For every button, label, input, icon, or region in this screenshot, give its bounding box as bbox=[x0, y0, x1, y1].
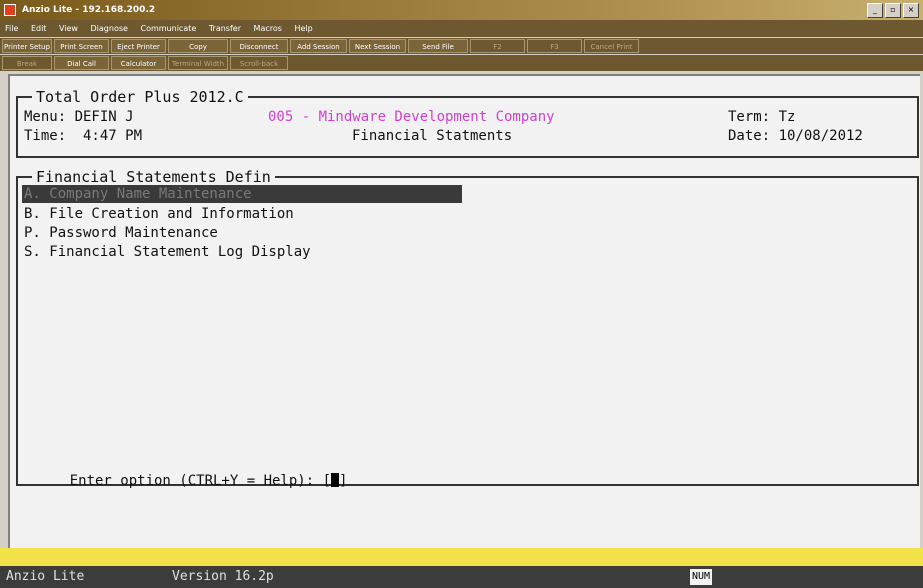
option-prompt-end: ] bbox=[339, 473, 348, 489]
menu-transfer[interactable]: Transfer bbox=[204, 20, 246, 37]
toolbar-row-2: Break Dial Call Calculator Terminal Widt… bbox=[0, 55, 923, 71]
menu-file[interactable]: File bbox=[0, 20, 23, 37]
status-bar: Anzio Lite Version 16.2p NUM bbox=[0, 566, 923, 588]
menu-diagnose[interactable]: Diagnose bbox=[86, 20, 133, 37]
header-box: Total Order Plus 2012.C Menu: DEFIN J 00… bbox=[16, 87, 919, 158]
selected-option-highlight[interactable]: A. Company Name Maintenance bbox=[22, 185, 462, 203]
menu-communicate[interactable]: Communicate bbox=[135, 20, 201, 37]
current-time: Time: 4:47 PM bbox=[24, 128, 143, 144]
company-name: 005 - Mindware Development Company bbox=[268, 109, 555, 125]
print-screen-button[interactable]: Print Screen bbox=[54, 39, 109, 53]
num-lock-indicator: NUM bbox=[690, 569, 713, 585]
disconnect-button[interactable]: Disconnect bbox=[230, 39, 288, 53]
break-button[interactable]: Break bbox=[2, 56, 52, 70]
copy-button[interactable]: Copy bbox=[168, 39, 228, 53]
window-controls: _ ▫ × bbox=[867, 3, 919, 18]
menu-option-s[interactable]: S. Financial Statement Log Display bbox=[24, 243, 311, 261]
option-prompt-label: Enter option (CTRL+Y = Help): [ bbox=[69, 473, 332, 489]
cancel-print-button[interactable]: Cancel Print bbox=[584, 39, 639, 53]
header-box-title: Total Order Plus 2012.C bbox=[32, 87, 248, 107]
terminal-width-button[interactable]: Terminal Width bbox=[168, 56, 228, 70]
terminal-screen[interactable]: Total Order Plus 2012.C Menu: DEFIN J 00… bbox=[8, 74, 920, 564]
app-version: Version 16.2p bbox=[172, 569, 274, 584]
menu-box-title: Financial Statements Defin bbox=[32, 167, 275, 187]
app-name: Anzio Lite bbox=[6, 569, 85, 584]
close-icon[interactable]: × bbox=[903, 3, 919, 18]
toolbar-row-1: Printer Setup Print Screen Eject Printer… bbox=[0, 38, 923, 54]
scroll-back-button[interactable]: Scroll-back bbox=[230, 56, 288, 70]
menu-code: Menu: DEFIN J bbox=[24, 109, 134, 125]
window-title: Anzio Lite - 192.168.200.2 bbox=[22, 5, 156, 15]
calculator-button[interactable]: Calculator bbox=[111, 56, 166, 70]
app-icon bbox=[4, 4, 16, 16]
next-session-button[interactable]: Next Session bbox=[349, 39, 406, 53]
text-cursor[interactable] bbox=[331, 473, 340, 487]
current-date: Date: 10/08/2012 bbox=[728, 128, 863, 144]
f3-button[interactable]: F3 bbox=[527, 39, 582, 53]
f2-button[interactable]: F2 bbox=[470, 39, 525, 53]
option-prompt: Enter option (CTRL+Y = Help): [] bbox=[36, 454, 347, 508]
dial-call-button[interactable]: Dial Call bbox=[54, 56, 109, 70]
terminal-id: Term: Tz bbox=[728, 109, 796, 125]
menu-option-p[interactable]: P. Password Maintenance bbox=[24, 224, 218, 242]
menu-macros[interactable]: Macros bbox=[249, 20, 287, 37]
menu-view[interactable]: View bbox=[54, 20, 83, 37]
menu-bar: File Edit View Diagnose Communicate Tran… bbox=[0, 20, 923, 37]
minimize-icon[interactable]: _ bbox=[867, 3, 883, 18]
status-message-bar bbox=[0, 548, 923, 566]
send-file-button[interactable]: Send File bbox=[408, 39, 468, 53]
menu-edit[interactable]: Edit bbox=[26, 20, 52, 37]
window-titlebar: Anzio Lite - 192.168.200.2 _ ▫ × bbox=[0, 0, 923, 20]
add-session-button[interactable]: Add Session bbox=[290, 39, 347, 53]
printer-setup-button[interactable]: Printer Setup bbox=[2, 39, 52, 53]
menu-help[interactable]: Help bbox=[289, 20, 317, 37]
eject-printer-button[interactable]: Eject Printer bbox=[111, 39, 166, 53]
restore-icon[interactable]: ▫ bbox=[885, 3, 901, 18]
screen-title: Financial Statments bbox=[352, 128, 513, 144]
menu-option-a[interactable]: A. Company Name Maintenance bbox=[24, 185, 252, 203]
menu-option-b[interactable]: B. File Creation and Information bbox=[24, 205, 294, 223]
